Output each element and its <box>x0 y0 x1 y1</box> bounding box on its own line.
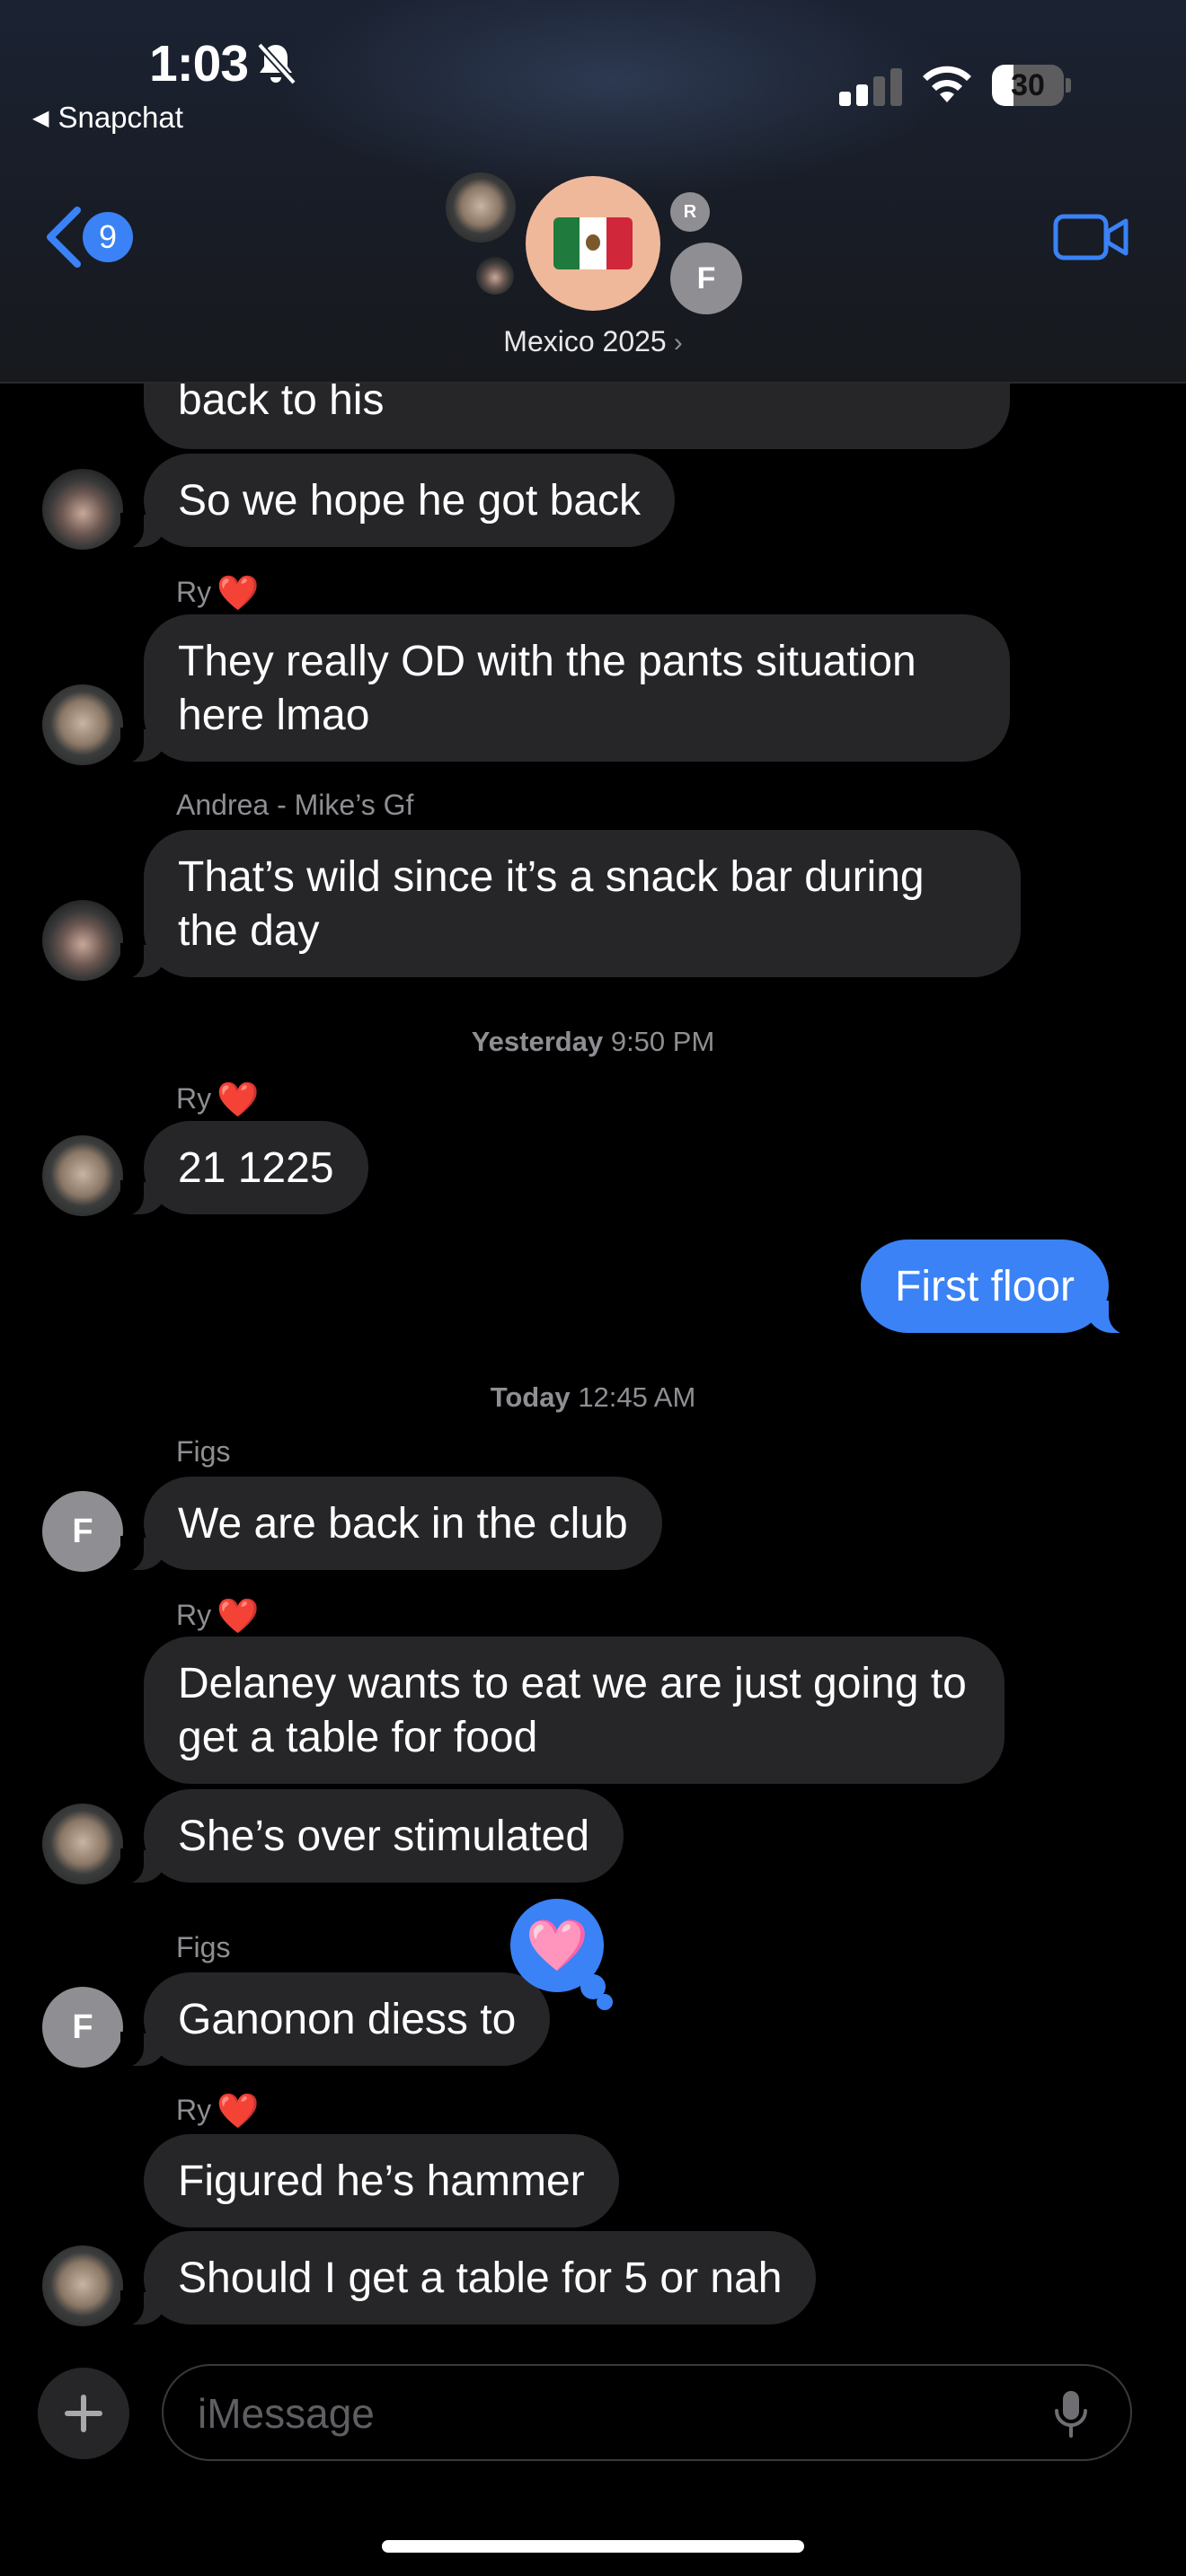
heart-emoji: ❤️ <box>217 2093 260 2130</box>
back-triangle-icon: ◀ <box>32 106 49 130</box>
message-bubble[interactable]: We are back in the club <box>120 1477 662 1572</box>
mexico-flag-icon <box>553 217 633 269</box>
member-initial-r: R <box>683 202 697 222</box>
message-text: Ganonon diess to <box>178 1996 517 2043</box>
sender-name: Ry ❤️ <box>176 1078 260 1119</box>
sender-name: Figs <box>176 1931 230 1964</box>
message-bubble[interactable]: She’s over stimulated <box>119 1789 624 1884</box>
message-text: They really OD with the pants situation … <box>178 638 916 739</box>
group-name: Mexico 2025 <box>503 325 667 357</box>
avatar-figs[interactable]: F <box>42 1987 123 2068</box>
member-avatar-r: R <box>670 192 710 232</box>
message-bubble[interactable]: Should I get a table for 5 or nah <box>119 2231 817 2326</box>
reaction-badge[interactable]: 🩷 <box>510 1899 613 2010</box>
status-time: 1:03 <box>149 35 249 93</box>
message-bubble[interactable]: Figured he’s hammer <box>144 2134 619 2228</box>
sender-name: Figs <box>176 1435 230 1469</box>
member-avatar-ry <box>446 172 516 243</box>
sender-label: Ry <box>176 1599 212 1631</box>
timestamp-day: Today <box>490 1381 571 1413</box>
add-attachment-button[interactable] <box>38 2368 129 2459</box>
message-text: Figured he’s hammer <box>178 2157 585 2205</box>
heart-emoji: ❤️ <box>217 1081 260 1119</box>
message-bubble[interactable]: They really OD with the pants situation … <box>120 614 1010 763</box>
chevron-right-icon: › <box>673 328 683 357</box>
avatar-ry[interactable] <box>42 2245 123 2326</box>
sender-name: Ry ❤️ <box>176 1594 260 1636</box>
sender-label: Ry <box>176 2094 212 2126</box>
member-initial-f: F <box>696 261 716 296</box>
avatar-andrea[interactable] <box>42 900 123 981</box>
heart-emoji: ❤️ <box>217 1598 260 1636</box>
sender-label: Ry <box>176 576 212 608</box>
sender-label: Figs <box>176 1435 231 1468</box>
message-text: First floor <box>895 1263 1075 1310</box>
group-title[interactable]: Mexico 2025 › <box>0 325 1186 358</box>
message-input-field[interactable] <box>162 2364 1132 2461</box>
timestamp-time: 12:45 AM <box>578 1381 696 1413</box>
chat-header: 1:03 ◀ Snapchat 30 9 R F Mexico 2025 › <box>0 0 1186 384</box>
avatar-initial: F <box>72 2008 93 2046</box>
avatar-figs[interactable]: F <box>42 1491 123 1572</box>
avatar-initial: F <box>72 1513 93 1550</box>
chevron-left-icon[interactable] <box>41 205 86 269</box>
message-text: Should I get a table for 5 or nah <box>178 2254 783 2302</box>
timestamp-day: Yesterday <box>471 1026 604 1057</box>
member-avatar-f: F <box>670 243 742 314</box>
wifi-icon <box>923 66 971 102</box>
sender-label: Figs <box>176 1931 231 1963</box>
back-app-label: Snapchat <box>58 101 183 134</box>
group-avatar[interactable] <box>526 176 660 311</box>
video-call-icon[interactable] <box>1053 212 1128 262</box>
back-to-app-link[interactable]: ◀ Snapchat <box>32 101 183 135</box>
message-text: 21 1225 <box>178 1144 334 1192</box>
avatar-ry[interactable] <box>42 1804 123 1884</box>
bell-off-icon <box>257 42 296 85</box>
heart-emoji: ❤️ <box>217 575 260 613</box>
member-avatar-andrea <box>476 257 514 295</box>
message-bubble[interactable]: So we hope he got back <box>119 454 676 549</box>
sender-label: Ry <box>176 1082 212 1115</box>
message-bubble[interactable]: 21 1225 <box>120 1121 368 1216</box>
message-bubble[interactable]: Delaney wants to eat we are just going t… <box>144 1636 1005 1784</box>
message-bubble[interactable]: Ganonon diess to <box>119 1972 551 2068</box>
timestamp-time: 9:50 PM <box>610 1026 715 1057</box>
message-text: She’s over stimulated <box>178 1813 590 1860</box>
message-text: We are back in the club <box>178 1500 628 1548</box>
avatar-andrea[interactable] <box>42 469 123 550</box>
pink-heart-emoji: 🩷 <box>526 1917 589 1973</box>
message-text: That’s wild since it’s a snack bar durin… <box>178 853 925 955</box>
message-bubble[interactable]: That’s wild since it’s a snack bar durin… <box>120 830 1021 979</box>
sender-name: Ry ❤️ <box>176 571 260 613</box>
message-text: So we hope he got back <box>178 477 642 525</box>
sent-message-bubble[interactable]: First floor <box>861 1239 1133 1335</box>
microphone-icon[interactable] <box>1053 2389 1089 2439</box>
avatar-ry[interactable] <box>42 684 123 765</box>
message-input[interactable] <box>196 2378 1008 2448</box>
battery-icon: 30 <box>992 65 1071 106</box>
timestamp: Yesterday 9:50 PM <box>0 1026 1186 1058</box>
home-indicator[interactable] <box>382 2540 804 2553</box>
unread-count-badge[interactable]: 9 <box>83 212 133 262</box>
battery-percent: 30 <box>1011 68 1045 102</box>
message-text: Delaney wants to eat we are just going t… <box>178 1660 967 1761</box>
sender-label: Andrea - Mike’s Gf <box>176 789 414 821</box>
sender-name: Ry ❤️ <box>176 2089 260 2130</box>
timestamp: Today 12:45 AM <box>0 1381 1186 1414</box>
avatar-ry[interactable] <box>42 1135 123 1216</box>
sender-name: Andrea - Mike’s Gf <box>176 789 413 822</box>
